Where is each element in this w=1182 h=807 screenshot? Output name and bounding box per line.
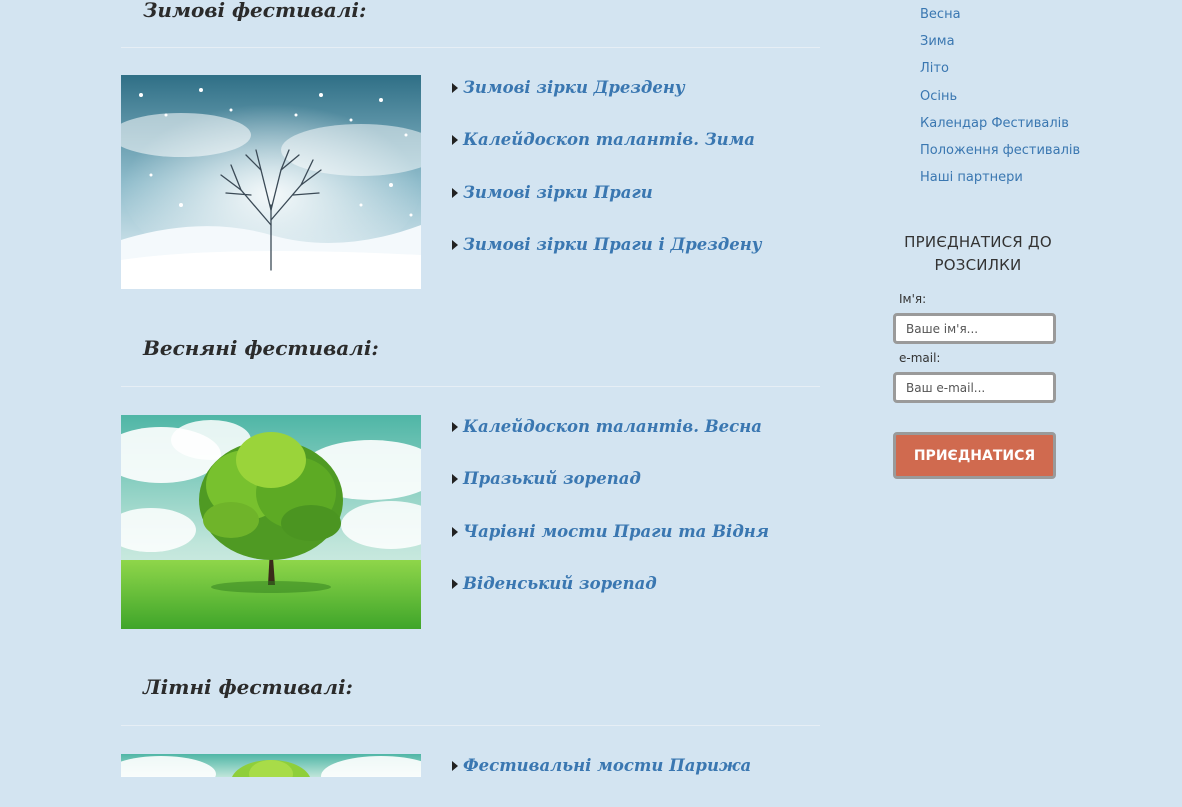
summer-tree-image[interactable] (121, 754, 421, 777)
newsletter-title: ПРИЄДНАТИСЯ ДО РОЗСИЛКИ (904, 233, 1052, 274)
menu-link[interactable]: Зима (920, 34, 955, 49)
festival-link[interactable]: Чарівні мости Праги та Відня (463, 521, 769, 543)
menu-item-winter: Зима (920, 29, 1080, 56)
section-title-summer: Літні фестивалі: (143, 675, 353, 699)
section-divider (121, 725, 820, 726)
menu-link[interactable]: Положення фестивалів (920, 143, 1080, 158)
festival-link[interactable]: Калейдоскоп талантів. Весна (463, 416, 762, 438)
caret-right-icon (452, 474, 458, 485)
menu-item-summer: Літо (920, 56, 1080, 83)
menu-item-spring: Весна (920, 2, 1080, 29)
menu-link[interactable]: Весна (920, 7, 961, 22)
section-divider (121, 47, 820, 48)
name-input[interactable] (893, 313, 1056, 344)
email-input[interactable] (893, 372, 1056, 403)
menu-item-regulations: Положення фестивалів (920, 138, 1080, 165)
menu-link[interactable]: Осінь (920, 89, 957, 104)
menu-item-calendar: Календар Фестивалів (920, 111, 1080, 138)
section-divider (121, 386, 820, 387)
festival-link[interactable]: Зимові зірки Дрездену (463, 77, 685, 99)
menu-link[interactable]: Календар Фестивалів (920, 116, 1069, 131)
festival-link[interactable]: Фестивальні мости Парижа (463, 755, 751, 777)
caret-right-icon (452, 83, 458, 93)
name-label: Ім'я: (899, 292, 927, 306)
email-label: e-mail: (899, 351, 941, 365)
festival-link[interactable]: Зимові зірки Праги і Дрездену (463, 234, 762, 256)
winter-tree-image[interactable] (121, 75, 421, 289)
festival-link[interactable]: Калейдоскоп талантів. Зима (463, 129, 755, 151)
season-menu: Весна Зима Літо Осінь Календар Фестивалі… (920, 2, 1080, 192)
menu-link[interactable]: Літо (920, 61, 949, 76)
menu-link[interactable]: Наші партнери (920, 170, 1023, 185)
section-title-winter: Зимові фестивалі: (143, 0, 367, 22)
festival-link[interactable]: Зимові зірки Праги (463, 182, 653, 204)
menu-item-partners: Наші партнери (920, 165, 1080, 192)
subscribe-button[interactable]: ПРИЄДНАТИСЯ (893, 432, 1056, 479)
caret-right-icon (452, 422, 458, 432)
caret-right-icon (452, 761, 458, 771)
spring-tree-image[interactable] (121, 415, 421, 629)
festival-link[interactable]: Празький зорепад (463, 468, 641, 490)
section-title-spring: Весняні фестивалі: (143, 336, 379, 360)
caret-right-icon (452, 526, 458, 537)
menu-item-autumn: Осінь (920, 84, 1080, 111)
caret-right-icon (452, 187, 458, 198)
caret-right-icon (452, 239, 458, 250)
caret-right-icon (452, 578, 458, 589)
caret-right-icon (452, 135, 458, 146)
festival-link[interactable]: Віденський зорепад (463, 573, 657, 595)
